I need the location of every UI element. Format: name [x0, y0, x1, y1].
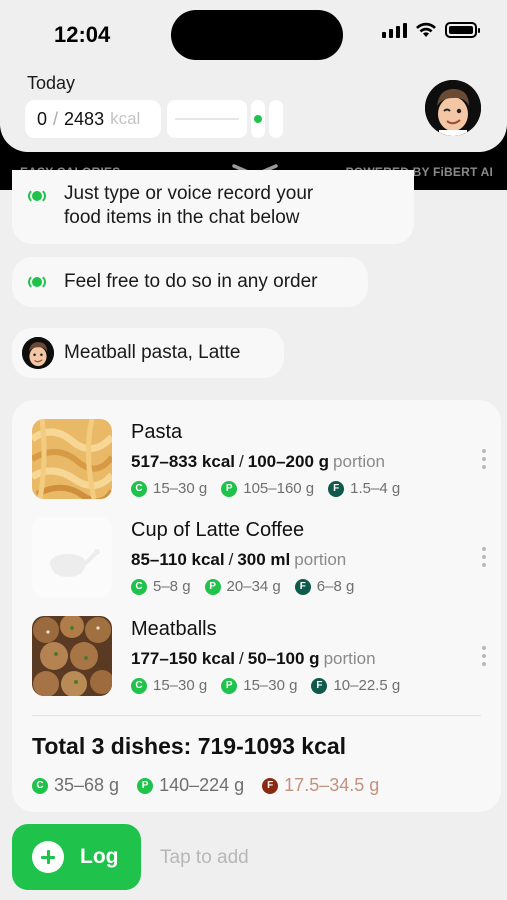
carbs-value: 5–8 g: [153, 578, 191, 595]
kebab-menu-icon[interactable]: [481, 449, 487, 469]
latte-placeholder-image: [32, 517, 112, 597]
kebab-menu-icon[interactable]: [481, 646, 487, 666]
meatballs-image: [32, 616, 112, 696]
chat-text: Feel free to do so in any order: [64, 271, 318, 292]
dish-item-meatballs[interactable]: Meatballs 177–150 kcal/50–100 g portion C…: [32, 616, 487, 698]
signal-icon: [382, 22, 407, 38]
chat-bubble-user: Meatball pasta, Latte: [12, 328, 284, 378]
protein-value: 15–30 g: [243, 677, 298, 694]
dish-amount: 100–200 g: [247, 452, 330, 471]
protein-value: 20–34 g: [226, 578, 281, 595]
dish-amount: 50–100 g: [247, 649, 320, 668]
fat-badge-icon: F: [262, 777, 279, 794]
memoji-avatar-icon: [425, 80, 481, 136]
pasta-image: [32, 419, 112, 499]
calorie-progress-bar: [167, 100, 283, 138]
kcal-counter[interactable]: 0 / 2483 kcal: [25, 100, 161, 138]
ai-dot-icon: [26, 188, 48, 204]
dish-amount: 300 ml: [237, 550, 291, 569]
progress-end: [269, 100, 283, 138]
user-avatar: [22, 337, 54, 369]
total-carbs: 35–68 g: [54, 775, 120, 795]
chat-text: Meatball pasta, Latte: [64, 342, 241, 363]
total-protein: 140–224 g: [159, 775, 245, 795]
fat-value: 10–22.5 g: [333, 677, 401, 694]
plus-icon: [32, 841, 64, 873]
battery-icon: [445, 22, 480, 38]
protein-badge-icon: P: [221, 677, 238, 694]
protein-badge-icon: P: [137, 777, 154, 794]
kcal-unit: kcal: [110, 109, 141, 128]
memoji-avatar-icon: [22, 337, 54, 369]
dish-item-pasta[interactable]: Pasta 517–833 kcal/100–200 g portion C 15–…: [32, 419, 487, 501]
dish-calories-line: 177–150 kcal/50–100 g portion: [131, 649, 376, 668]
chat-bubble-ai-order: Feel free to do so in any order: [12, 257, 368, 307]
protein-badge-icon: P: [204, 578, 221, 595]
add-food-input[interactable]: [160, 842, 490, 874]
portion-label: portion: [333, 452, 386, 471]
dish-name: Cup of Latte Coffee: [131, 519, 305, 541]
fat-value: 1.5–4 g: [350, 480, 401, 497]
fat-badge-icon: F: [328, 480, 345, 497]
fat-value: 6–8 g: [316, 578, 355, 595]
total-macros: C 35–68 g P 140–224 g F 17.5–34.5 g: [32, 775, 379, 796]
dynamic-island: [171, 10, 343, 60]
log-label: Log: [80, 845, 119, 868]
fat-badge-icon: F: [294, 578, 311, 595]
carbs-badge-icon: C: [32, 777, 48, 794]
top-header: 12:04 Today 0 / 2483 kcal POWERED BY FiB…: [0, 0, 507, 190]
dish-name: Pasta: [131, 421, 183, 443]
carbs-value: 15–30 g: [153, 677, 208, 694]
kebab-menu-icon[interactable]: [481, 547, 487, 567]
kcal-consumed: 0: [37, 108, 48, 129]
dish-macros: C 15–30 g P 15–30 g F 10–22.5 g: [131, 677, 400, 694]
status-time: 12:04: [54, 22, 111, 47]
carbs-badge-icon: C: [131, 480, 147, 497]
chat-bubble-ai-instructions: Just type or voice record your food item…: [12, 170, 414, 244]
portion-label: portion: [294, 550, 347, 569]
carbs-badge-icon: C: [131, 677, 147, 694]
profile-avatar[interactable]: [425, 80, 481, 136]
protein-value: 105–160 g: [243, 480, 315, 497]
status-icons: [382, 22, 480, 38]
log-button[interactable]: Log: [12, 824, 141, 890]
progress-dot-icon: [254, 115, 262, 123]
dish-macros: C 5–8 g P 20–34 g F 6–8 g: [131, 578, 354, 595]
total-title: Total 3 dishes: 719-1093 kcal: [32, 733, 347, 759]
dish-calories-line: 85–110 kcal/300 ml portion: [131, 550, 347, 569]
portion-label: portion: [323, 649, 376, 668]
carbs-badge-icon: C: [131, 578, 147, 595]
chat-text-line: Just type or voice record your: [64, 183, 314, 204]
carbs-value: 15–30 g: [153, 480, 208, 497]
ai-dot-icon: [26, 274, 48, 290]
today-label: Today: [27, 73, 76, 93]
daily-summary-card: 12:04 Today 0 / 2483 kcal: [0, 0, 507, 152]
dish-kcal: 517–833 kcal: [131, 452, 235, 471]
chat-text-line: food items in the chat below: [64, 207, 300, 228]
divider: [32, 715, 481, 716]
dish-kcal: 85–110 kcal: [131, 550, 225, 569]
protein-badge-icon: P: [221, 480, 238, 497]
wifi-icon: [416, 22, 436, 37]
kcal-separator: /: [53, 108, 59, 129]
dish-item-latte[interactable]: Cup of Latte Coffee 85–110 kcal/300 ml po…: [32, 517, 487, 599]
total-fat: 17.5–34.5 g: [284, 775, 380, 795]
meal-summary-card: Pasta 517–833 kcal/100–200 g portion C 15–…: [12, 400, 501, 812]
progress-track: [167, 100, 247, 138]
progress-marker: [251, 100, 265, 138]
dish-kcal: 177–150 kcal: [131, 649, 235, 668]
kcal-goal: 2483: [64, 108, 105, 129]
fat-badge-icon: F: [311, 677, 328, 694]
dish-macros: C 15–30 g P 105–160 g F 1.5–4 g: [131, 480, 400, 497]
dish-name: Meatballs: [131, 618, 217, 640]
dish-calories-line: 517–833 kcal/100–200 g portion: [131, 452, 386, 471]
